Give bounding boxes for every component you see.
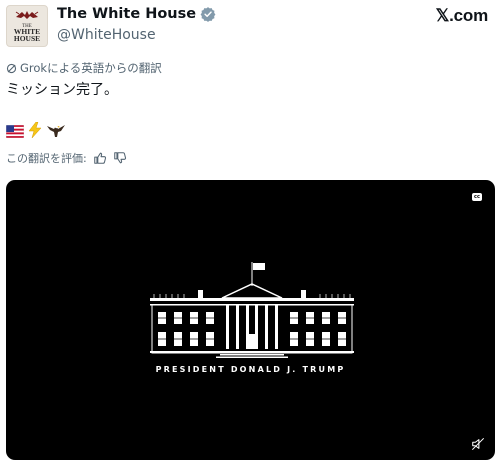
translation-note-text: Grokによる英語からの翻訳 [20,61,162,75]
white-house-illustration [150,262,354,358]
mute-icon[interactable] [471,437,485,451]
rate-translation-row: この翻訳を評価: [6,150,127,166]
thumbs-up-icon[interactable] [93,151,107,165]
author-handle[interactable]: @WhiteHouse [57,27,156,43]
author-name-row[interactable]: The White House [57,6,216,22]
avatar-text-line-3: HOUSE [14,34,40,43]
author-display-name[interactable]: The White House [57,6,196,22]
flag-us-icon [5,123,25,142]
grok-icon [6,63,17,73]
lightning-icon [28,121,42,142]
thumbs-down-icon[interactable] [113,151,127,165]
x-logo[interactable]: 𝕏.com [436,6,489,26]
closed-captions-button[interactable]: cc [472,193,482,201]
rate-translation-label: この翻訳を評価: [6,152,87,165]
emoji-row [5,121,66,142]
verified-badge-icon [200,7,216,22]
white-house-seal-icon: THE WHITE HOUSE [14,11,40,43]
tweet-text: ミッション完了。 [6,82,118,98]
video-caption: PRESIDENT DONALD J. TRUMP [155,365,346,374]
translation-note: Grokによる英語からの翻訳 [6,60,162,76]
eagle-icon [46,122,66,142]
avatar[interactable]: THE WHITE HOUSE [6,5,48,47]
video-player[interactable]: cc PRESIDENT DONALD J. TRUMP [6,180,495,460]
